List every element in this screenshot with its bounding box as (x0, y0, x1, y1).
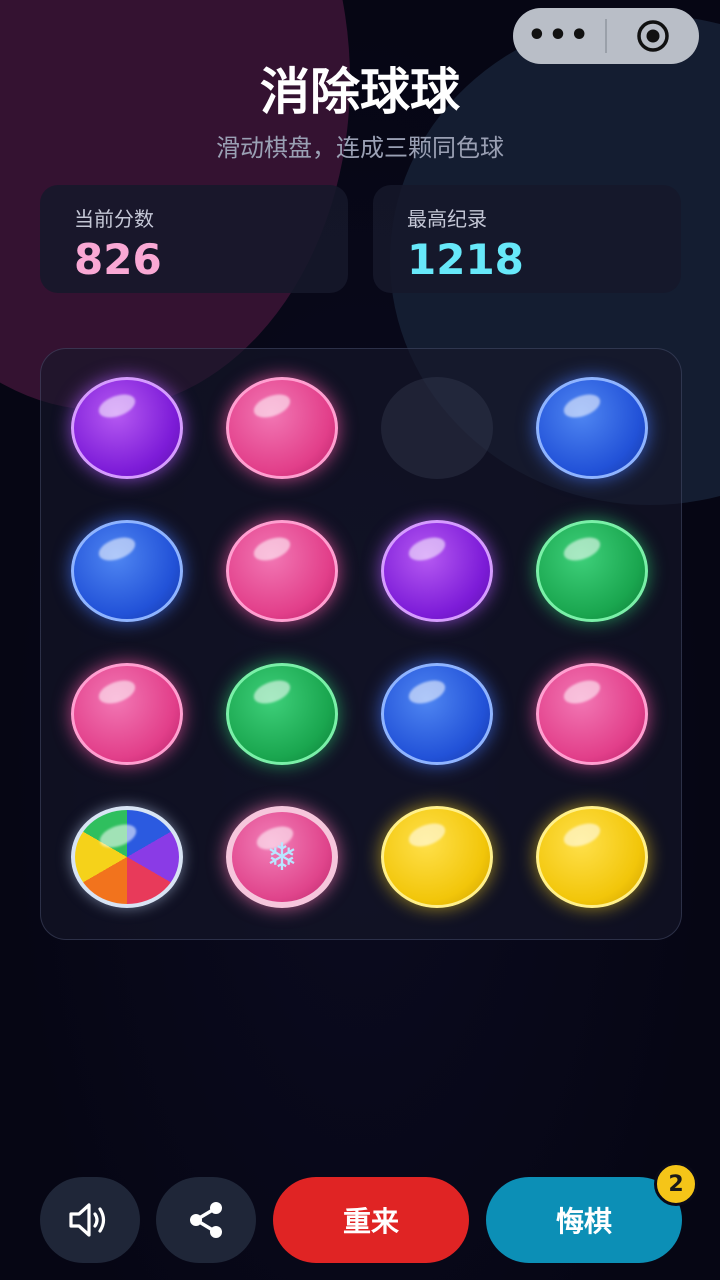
ball-highlight (405, 676, 449, 708)
frozen-pink-ball[interactable]: ❄ (226, 806, 338, 908)
ball-highlight (95, 676, 139, 708)
ball-highlight (96, 820, 140, 852)
pink-ball[interactable] (536, 663, 648, 765)
ball-highlight (250, 390, 294, 422)
green-ball[interactable] (536, 520, 648, 622)
ball-highlight (560, 676, 604, 708)
undo-count-badge: 2 (654, 1162, 698, 1206)
rainbow-ball[interactable] (71, 806, 183, 908)
current-score-label: 当前分数 (74, 207, 154, 231)
best-score-label: 最高纪录 (407, 207, 487, 231)
game-title: 消除球球 (260, 63, 460, 121)
yellow-ball[interactable] (536, 806, 648, 908)
ball-highlight (560, 390, 604, 422)
ball-highlight (95, 533, 139, 565)
green-ball[interactable] (226, 663, 338, 765)
speaker-icon (69, 1203, 106, 1237)
current-score-card: 当前分数 826 (40, 185, 348, 293)
best-score-card: 最高纪录 1218 (373, 185, 681, 293)
share-icon (190, 1202, 222, 1238)
empty-cell[interactable] (381, 377, 493, 479)
ball-highlight (405, 533, 449, 565)
blue-ball[interactable] (536, 377, 648, 479)
ball-highlight (405, 819, 449, 851)
game-screen: ••• 消除球球 滑动棋盘，连成三颗同色球 当前分数 826 最高纪录 1218… (0, 0, 720, 1280)
current-score-value: 826 (74, 235, 162, 284)
ball-highlight (560, 819, 604, 851)
ball-highlight (560, 533, 604, 565)
best-score-value: 1218 (407, 235, 524, 284)
purple-ball[interactable] (381, 520, 493, 622)
sound-button[interactable] (40, 1177, 140, 1263)
ball-highlight (250, 676, 294, 708)
share-button[interactable] (156, 1177, 256, 1263)
game-board[interactable]: ❄ (40, 348, 682, 940)
game-subtitle: 滑动棋盘，连成三颗同色球 (216, 134, 504, 162)
blue-ball[interactable] (71, 520, 183, 622)
snowflake-icon: ❄ (266, 835, 298, 879)
restart-button[interactable]: 重来 (273, 1177, 469, 1263)
pink-ball[interactable] (71, 663, 183, 765)
purple-ball[interactable] (71, 377, 183, 479)
blue-ball[interactable] (381, 663, 493, 765)
target-icon[interactable] (607, 19, 699, 53)
ball-highlight (95, 390, 139, 422)
undo-button[interactable]: 悔棋 (486, 1177, 682, 1263)
pink-ball[interactable] (226, 520, 338, 622)
ball-highlight (250, 533, 294, 565)
pink-ball[interactable] (226, 377, 338, 479)
yellow-ball[interactable] (381, 806, 493, 908)
